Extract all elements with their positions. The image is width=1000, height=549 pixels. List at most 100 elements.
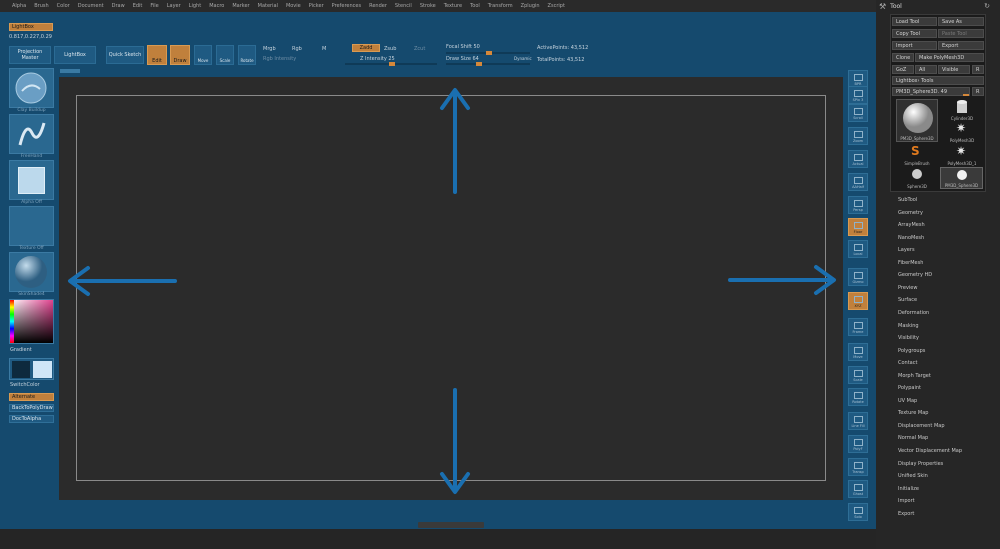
shelf-label: Local [853, 252, 863, 256]
subpalette-geometry-hd[interactable]: Geometry HD [898, 272, 932, 278]
shelf-button-actual[interactable]: Actual [848, 150, 868, 168]
tool-thumb-pm3d-sphere[interactable]: PM3D_Sphere3D [896, 99, 938, 142]
subpalette-morph-target[interactable]: Morph Target [898, 373, 931, 379]
tool-palette-title: Tool [890, 2, 902, 10]
tool-thumb-label: PolyMesh3D_1 [947, 161, 977, 166]
shelf-button-rotate[interactable]: Rotate [848, 388, 868, 406]
subpalette-arraymesh[interactable]: ArrayMesh [898, 222, 925, 228]
subpalette-display-properties[interactable]: Display Properties [898, 461, 943, 467]
shelf-label: SPix 3 [852, 98, 864, 102]
shelf-label: Zoom [852, 139, 864, 143]
tool-thumb-label: PM3D_Sphere3D [900, 136, 934, 141]
shelf-label: PolyF [853, 447, 863, 451]
tool-thumb-sphere3d[interactable]: Sphere3D [896, 167, 938, 189]
subpalette-fibermesh[interactable]: FiberMesh [898, 260, 923, 266]
subpalette-contact[interactable]: Contact [898, 360, 917, 366]
shelf-button-aahalf[interactable]: AAHalf [848, 173, 868, 191]
goz-r-button[interactable]: R [972, 65, 984, 74]
shelf-icon [854, 322, 863, 329]
subpalette-export[interactable]: Export [898, 511, 914, 517]
shelf-button-local[interactable]: Local [848, 240, 868, 258]
tool-thumb-polymesh-1[interactable]: ✷ PolyMesh3D_1 [942, 144, 982, 166]
shelf-button-floor[interactable]: Floor [848, 218, 868, 236]
polymesh-star-icon: ✷ [956, 121, 967, 135]
shelf-icon [854, 200, 863, 207]
shelf-icon [854, 462, 863, 469]
refresh-icon[interactable]: ↻ [984, 2, 990, 10]
shelf-label: Actual [852, 162, 864, 166]
goz-all-button[interactable]: All [915, 65, 937, 74]
copy-tool-button[interactable]: Copy Tool [892, 29, 937, 38]
subpalette-deformation[interactable]: Deformation [898, 310, 929, 316]
shelf-label: Scroll [853, 116, 863, 120]
subpalette-masking[interactable]: Masking [898, 323, 919, 329]
subpalette-vector-displacement-map[interactable]: Vector Displacement Map [898, 448, 962, 454]
shelf-button-transp[interactable]: Transp [848, 458, 868, 476]
shelf-icon [854, 90, 863, 97]
subpalette-layers[interactable]: Layers [898, 247, 915, 253]
subpalette-initialize[interactable]: Initialize [898, 486, 919, 492]
shelf-button-xyz[interactable]: XYZ [848, 292, 868, 310]
tool-thumb-cylinder[interactable]: Cylinder3D [942, 99, 982, 121]
subpalette-subtool[interactable]: SubTool [898, 197, 917, 203]
shelf-icon [854, 507, 863, 514]
save-as-button[interactable]: Save As [938, 17, 984, 26]
subpalette-geometry[interactable]: Geometry [898, 210, 923, 216]
export-button[interactable]: Export [938, 41, 984, 50]
shelf-button-frame[interactable]: Frame [848, 318, 868, 336]
subpalette-preview[interactable]: Preview [898, 285, 917, 291]
subpalette-unified-skin[interactable]: Unified Skin [898, 473, 928, 479]
subpalette-uv-map[interactable]: UV Map [898, 398, 917, 404]
current-tool-knob[interactable] [963, 94, 969, 96]
shelf-label: Line Fill [851, 424, 865, 428]
shelf-button-gizmo[interactable]: Gizmo [848, 268, 868, 286]
import-button[interactable]: Import [892, 41, 937, 50]
clone-button[interactable]: Clone [892, 53, 914, 62]
current-tool-slider[interactable]: PM3D_Sphere3D. 49 [892, 87, 970, 96]
shelf-button-zoom[interactable]: Zoom [848, 127, 868, 145]
tool-thumb-polymesh[interactable]: ✷ PolyMesh3D [942, 121, 982, 143]
subpalette-texture-map[interactable]: Texture Map [898, 410, 928, 416]
goz-visible-button[interactable]: Visible [938, 65, 970, 74]
arrow-down-icon [440, 388, 470, 494]
tool-thumb-simplebrush[interactable]: S SimpleBrush [896, 144, 938, 166]
subpalette-displacement-map[interactable]: Displacement Map [898, 423, 945, 429]
arrow-overlay [68, 88, 836, 494]
paste-tool-button[interactable]: Paste Tool [938, 29, 984, 38]
arrow-left-icon [68, 266, 177, 296]
tool-thumb-label: PM3D_Sphere3D [944, 183, 979, 188]
shelf-button-ghost[interactable]: Ghost [848, 480, 868, 498]
shelf-button-persp[interactable]: Persp [848, 196, 868, 214]
shelf-label: AAHalf [852, 185, 864, 189]
tool-thumb-pm3d-sphere-selected[interactable]: PM3D_Sphere3D [940, 167, 983, 189]
goz-button[interactable]: GoZ [892, 65, 914, 74]
shelf-button-move[interactable]: Move [848, 343, 868, 361]
subpalette-surface[interactable]: Surface [898, 297, 917, 303]
subpalette-polygroups[interactable]: Polygroups [898, 348, 925, 354]
shelf-button-polyf[interactable]: PolyF [848, 435, 868, 453]
current-tool-r-button[interactable]: R [972, 87, 984, 96]
shelf-icon [854, 222, 863, 229]
subpalette-nanomesh[interactable]: NanoMesh [898, 235, 924, 241]
tool-thumb-label: SimpleBrush [904, 161, 930, 166]
simplebrush-icon: S [911, 144, 920, 158]
make-polymesh-button[interactable]: Make PolyMesh3D [915, 53, 984, 62]
subpalette-import[interactable]: Import [898, 498, 915, 504]
shelf-icon [854, 272, 863, 279]
shelf-label: Ghost [852, 492, 864, 496]
shelf-button-spix-3[interactable]: SPix 3 [848, 86, 868, 104]
shelf-label: Rotate [852, 400, 864, 404]
shelf-button-scroll[interactable]: Scroll [848, 104, 868, 122]
subpalette-normal-map[interactable]: Normal Map [898, 435, 928, 441]
subpalette-visibility[interactable]: Visibility [898, 335, 919, 341]
shelf-label: Move [853, 355, 863, 359]
shelf-button-line-fill[interactable]: Line Fill [848, 412, 868, 430]
shelf-icon [854, 177, 863, 184]
lightbox-tools-button[interactable]: Lightbox› Tools [892, 76, 984, 85]
shelf-icon [854, 244, 863, 251]
subpalette-polypaint[interactable]: Polypaint [898, 385, 921, 391]
load-tool-button[interactable]: Load Tool [892, 17, 937, 26]
shelf-button-scale[interactable]: Scale [848, 366, 868, 384]
polymesh-star-icon: ✷ [956, 144, 967, 158]
shelf-button-solo[interactable]: Solo [848, 503, 868, 521]
